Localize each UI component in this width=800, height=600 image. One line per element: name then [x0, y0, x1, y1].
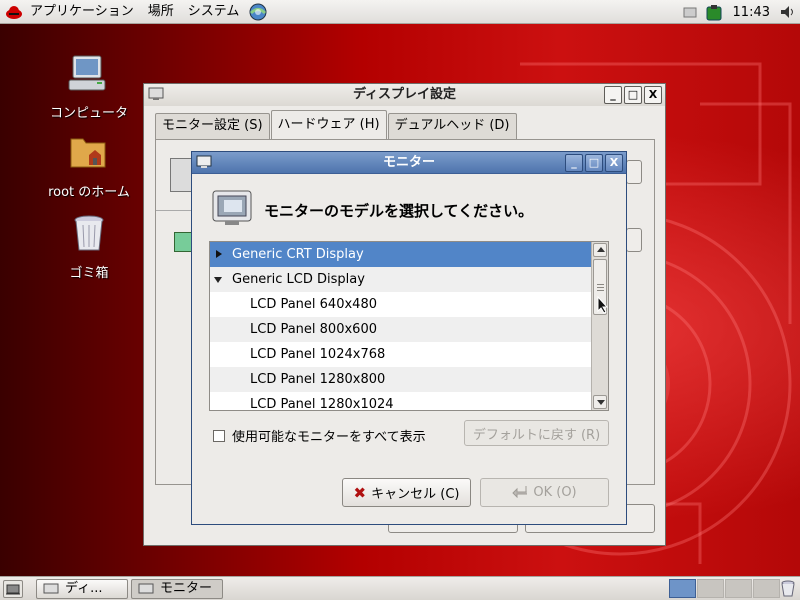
- tab-dual-head[interactable]: デュアルヘッド (D): [387, 113, 517, 139]
- list-item-label: LCD Panel 1024x768: [250, 347, 386, 362]
- vertical-scrollbar[interactable]: [591, 242, 608, 410]
- window-title: ディスプレイ設定: [352, 87, 457, 102]
- window-monitor-icon: [138, 583, 154, 595]
- tab-bar: モニター設定 (S) ハードウェア (H) デュアルヘッド (D): [155, 110, 518, 140]
- clock[interactable]: 11:43: [727, 5, 776, 20]
- titlebar[interactable]: モニター _ □ X: [192, 152, 626, 174]
- titlebar[interactable]: ディスプレイ設定 _ □ X: [144, 84, 665, 106]
- mouse-cursor-icon: [597, 295, 609, 318]
- desktop-icon-label: コンピュータ: [49, 106, 128, 121]
- dialog-header: モニターのモデルを選択してください。: [211, 187, 533, 233]
- desktop-icon-computer[interactable]: コンピュータ: [39, 52, 139, 121]
- computer-icon: [39, 52, 139, 98]
- update-icon[interactable]: [705, 5, 723, 21]
- window-monitor-icon: [196, 155, 212, 169]
- configure-monitor-button[interactable]: [626, 160, 642, 184]
- task-label: ディ...: [65, 581, 103, 596]
- show-all-monitors-row[interactable]: 使用可能なモニターをすべて表示: [213, 426, 426, 445]
- desktop-icon-label: root のホーム: [48, 185, 130, 200]
- maximize-button[interactable]: □: [585, 154, 603, 172]
- button-label: デフォルトに戻す (R): [472, 427, 601, 443]
- scroll-up-icon[interactable]: [593, 243, 607, 257]
- monitor-model-list[interactable]: Generic CRT Display Generic LCD Display …: [209, 241, 609, 411]
- list-rows: Generic CRT Display Generic LCD Display …: [210, 242, 591, 410]
- desktop-icon-trash[interactable]: ゴミ箱: [39, 212, 139, 281]
- list-item-label: Generic CRT Display: [232, 247, 364, 262]
- notification-icon[interactable]: [683, 5, 697, 19]
- show-desktop-icon[interactable]: [3, 580, 23, 598]
- menu-system[interactable]: システム: [181, 0, 247, 24]
- minimize-button[interactable]: _: [565, 154, 583, 172]
- ok-icon: [512, 484, 528, 502]
- list-item-label: LCD Panel 800x600: [250, 322, 377, 337]
- list-item-label: LCD Panel 1280x800: [250, 372, 386, 387]
- browser-launcher-icon[interactable]: [248, 2, 268, 22]
- restore-default-button[interactable]: デフォルトに戻す (R): [464, 420, 609, 446]
- cancel-icon: ✖: [353, 483, 367, 502]
- button-label: OK (O): [533, 485, 577, 500]
- desktop-icon-home[interactable]: root のホーム: [39, 131, 139, 200]
- bottom-panel: ディ... モニター: [0, 576, 800, 600]
- desktop-icon-label: ゴミ箱: [69, 266, 109, 281]
- list-item[interactable]: LCD Panel 1024x768: [210, 342, 591, 367]
- button-label: キャンセル (C): [371, 487, 460, 502]
- monitor-icon: [211, 187, 255, 233]
- task-label: モニター: [160, 581, 213, 596]
- workspace-2[interactable]: [697, 579, 724, 598]
- workspace-1[interactable]: [669, 579, 696, 598]
- home-folder-icon: [39, 131, 139, 177]
- list-item[interactable]: LCD Panel 1280x800: [210, 367, 591, 392]
- trash-icon: [39, 212, 139, 258]
- separator: [156, 210, 196, 211]
- close-button[interactable]: X: [644, 86, 662, 104]
- window-monitor-icon: [43, 583, 59, 595]
- configure-card-button[interactable]: [626, 228, 642, 252]
- show-all-checkbox[interactable]: [213, 429, 225, 442]
- volume-icon[interactable]: [780, 5, 796, 19]
- cancel-button[interactable]: ✖ キャンセル (C): [342, 478, 471, 507]
- system-tray: 11:43: [679, 0, 800, 24]
- list-item[interactable]: LCD Panel 800x600: [210, 317, 591, 342]
- task-display-settings[interactable]: ディ...: [36, 579, 128, 599]
- expander-expanded-icon[interactable]: [214, 277, 222, 283]
- list-item[interactable]: Generic CRT Display: [210, 242, 591, 267]
- workspace-3[interactable]: [725, 579, 752, 598]
- workspace-switcher: [669, 579, 781, 598]
- list-item-label: LCD Panel 640x480: [250, 297, 377, 312]
- task-monitor[interactable]: モニター: [131, 579, 223, 599]
- top-panel: アプリケーション 場所 システム 11:43: [0, 0, 800, 24]
- window-monitor-icon: [148, 87, 164, 101]
- list-item-label: LCD Panel 1280x1024: [250, 397, 394, 410]
- scroll-down-icon[interactable]: [593, 395, 607, 409]
- minimize-button[interactable]: _: [604, 86, 622, 104]
- list-item[interactable]: Generic LCD Display: [210, 267, 591, 292]
- dialog-heading: モニターのモデルを選択してください。: [264, 201, 534, 220]
- trash-applet-icon[interactable]: [780, 580, 796, 600]
- redhat-logo-icon[interactable]: [5, 4, 23, 20]
- ok-button[interactable]: OK (O): [480, 478, 609, 507]
- tab-hardware[interactable]: ハードウェア (H): [270, 110, 387, 140]
- monitor-dialog: モニター _ □ X モニターのモデルを選択してください。 Generic CR…: [191, 151, 627, 525]
- list-item-label: Generic LCD Display: [232, 272, 365, 287]
- expander-collapsed-icon[interactable]: [216, 250, 222, 258]
- maximize-button[interactable]: □: [624, 86, 642, 104]
- list-item[interactable]: LCD Panel 640x480: [210, 292, 591, 317]
- show-all-label[interactable]: 使用可能なモニターをすべて表示: [232, 426, 426, 445]
- dialog-title: モニター: [382, 155, 435, 170]
- close-button[interactable]: X: [605, 154, 623, 172]
- menu-applications[interactable]: アプリケーション: [23, 0, 141, 24]
- workspace-4[interactable]: [753, 579, 780, 598]
- tab-monitor-settings[interactable]: モニター設定 (S): [155, 113, 270, 139]
- menu-places[interactable]: 場所: [141, 0, 181, 24]
- list-item[interactable]: LCD Panel 1280x1024: [210, 392, 591, 410]
